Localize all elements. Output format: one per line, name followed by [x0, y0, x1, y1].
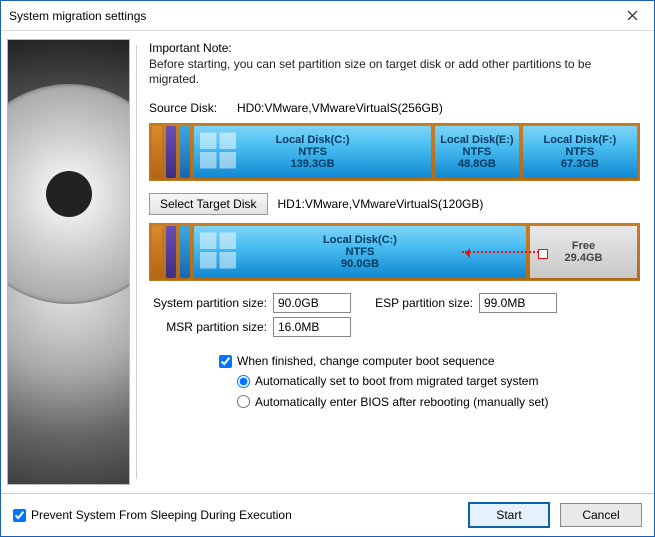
window-title: System migration settings [9, 9, 610, 23]
target-disk-value: HD1:VMware,VMwareVirtualS(120GB) [278, 197, 484, 211]
esp-size-label: ESP partition size: [373, 296, 473, 310]
esp-size-input[interactable] [479, 293, 557, 313]
source-disk-value: HD0:VMware,VMwareVirtualS(256GB) [237, 101, 443, 115]
cancel-button[interactable]: Cancel [560, 503, 642, 527]
start-button[interactable]: Start [468, 502, 550, 528]
boot-options: When finished, change computer boot sequ… [149, 351, 640, 412]
titlebar: System migration settings [1, 1, 654, 31]
enter-bios-radio[interactable]: Automatically enter BIOS after rebooting… [219, 392, 640, 412]
source-partition-e[interactable]: Local Disk(E:) NTFS 48.8GB [435, 126, 519, 178]
windows-logo-icon [200, 233, 236, 272]
auto-boot-target-radio[interactable]: Automatically set to boot from migrated … [219, 371, 640, 391]
select-target-disk-button[interactable]: Select Target Disk [149, 193, 268, 215]
msr-size-input[interactable] [273, 317, 351, 337]
resize-arrow-icon [462, 251, 542, 253]
disk-illustration: DISKGENIUS [7, 39, 130, 485]
close-button[interactable] [610, 1, 654, 31]
boot-sequence-checkbox[interactable]: When finished, change computer boot sequ… [219, 351, 640, 371]
source-disk-bar: Local Disk(C:) NTFS 139.3GB Local Disk(E… [149, 123, 640, 181]
close-icon [627, 10, 638, 21]
note-body: Before starting, you can set partition s… [149, 57, 640, 87]
target-free-space[interactable]: Free 29.4GB [530, 226, 637, 278]
target-disk-bar: Local Disk(C:) NTFS 90.0GB Free 29.4GB [149, 223, 640, 281]
msr-size-label: MSR partition size: [149, 320, 267, 334]
system-size-input[interactable] [273, 293, 351, 313]
source-partition-f[interactable]: Local Disk(F:) NTFS 67.3GB [523, 126, 637, 178]
note-title: Important Note: [149, 41, 640, 55]
source-partition-c[interactable]: Local Disk(C:) NTFS 139.3GB [194, 126, 431, 178]
windows-logo-icon [200, 133, 236, 172]
system-size-label: System partition size: [149, 296, 267, 310]
sidebar: DISKGENIUS [1, 31, 136, 493]
prevent-sleep-checkbox[interactable]: Prevent System From Sleeping During Exec… [13, 508, 292, 522]
footer: Prevent System From Sleeping During Exec… [1, 493, 654, 536]
source-disk-label: Source Disk: [149, 101, 237, 115]
